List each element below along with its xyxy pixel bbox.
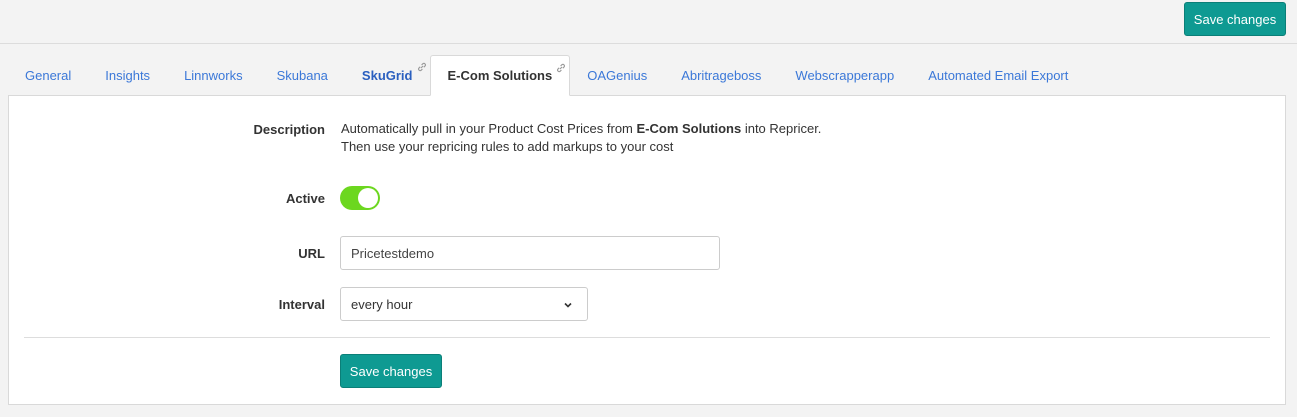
interval-selected-value: every hour [351,296,413,312]
link-icon [417,62,426,72]
tab-skubana[interactable]: Skubana [260,55,345,96]
interval-select[interactable]: every hour [340,287,588,321]
tab-label: Webscrapperapp [795,68,895,83]
tab-skugrid[interactable]: SkuGrid [345,55,430,96]
integration-settings-panel: Description Automatically pull in your P… [8,95,1286,405]
tab-oagenius[interactable]: OAGenius [570,55,664,96]
tab-general[interactable]: General [8,55,88,96]
description-text-pre: Automatically pull in your Product Cost … [341,121,637,136]
tab-label: Skubana [276,68,328,83]
tab-label: Linnworks [184,68,243,83]
tab-insights[interactable]: Insights [88,55,167,96]
active-toggle[interactable] [340,186,380,210]
tab-label: General [25,68,72,83]
save-changes-button-top[interactable]: Save changes [1184,2,1286,36]
tab-label: Insights [105,68,151,83]
form-divider [24,337,1270,338]
tab-e-com-solutions[interactable]: E-Com Solutions [429,55,571,96]
save-changes-button[interactable]: Save changes [340,354,442,388]
description-text-bold: E-Com Solutions [636,121,742,136]
url-label: URL [298,246,325,261]
tab-label: Automated Email Export [928,68,1069,83]
link-icon [557,63,566,73]
tab-webscrapperapp[interactable]: Webscrapperapp [778,55,911,96]
tab-label: SkuGrid [361,68,413,83]
tab-linnworks[interactable]: Linnworks [167,55,260,96]
interval-label: Interval [278,297,325,312]
tab-label: E-Com Solutions [447,68,553,83]
chevron-down-icon [564,302,572,308]
integration-tabs: General Insights Linnworks Skubana SkuGr… [8,55,1085,96]
top-toolbar: Save changes [0,0,1297,44]
active-label: Active [285,191,325,206]
tab-label: Abritrageboss [681,68,762,83]
tab-automated-email-export[interactable]: Automated Email Export [911,55,1085,96]
toggle-knob [358,188,378,208]
tab-label: OAGenius [587,68,648,83]
tab-abritrageboss[interactable]: Abritrageboss [664,55,778,96]
description-line-2: Then use your repricing rules to add mar… [341,139,674,154]
url-input[interactable] [340,236,720,270]
description-label: Description [253,122,325,137]
description-text: Automatically pull in your Product Cost … [341,120,821,156]
description-line-1: Automatically pull in your Product Cost … [341,120,821,138]
description-text-post: into Repricer. [741,121,822,136]
